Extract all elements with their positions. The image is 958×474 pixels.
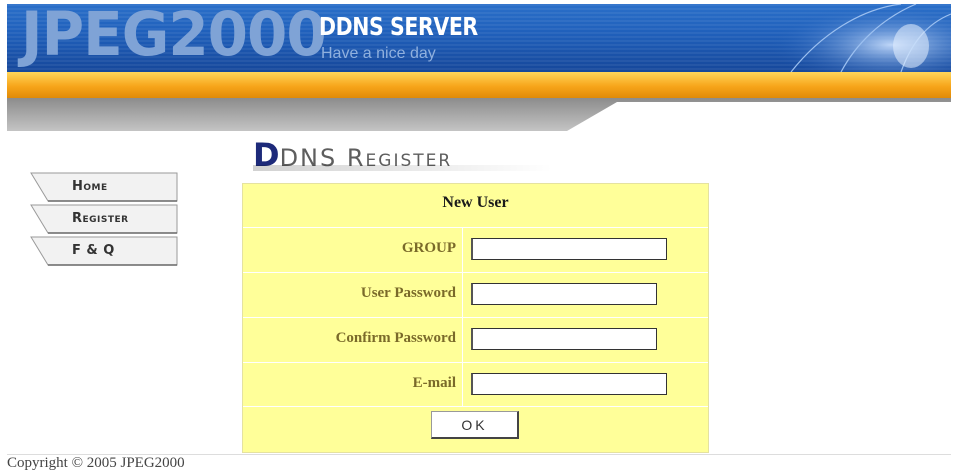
sidebar-nav: Home Register F & Q [30,172,180,268]
row-divider [462,273,463,317]
nav-item-home[interactable]: Home [30,172,178,202]
email-input[interactable] [471,373,667,395]
copyright-text: Copyright © 2005 JPEG2000 [7,455,185,471]
header-banner: JPEG2000 DDNS SERVER Have a nice day [7,4,951,72]
row-divider [462,228,463,272]
row-divider [462,318,463,362]
form-row-email: E-mail [243,362,708,407]
confirm-password-label: Confirm Password [335,330,456,346]
nav-item-faq[interactable]: F & Q [30,236,178,266]
nav-item-label: F & Q [72,243,115,258]
confirm-password-input[interactable] [471,328,657,350]
nav-item-label: Home [72,179,108,194]
row-divider [462,363,463,407]
form-caption: New User [442,194,509,211]
email-label: E-mail [412,375,456,391]
form-row-group: GROUP [243,227,708,272]
form-row-confirm-password: Confirm Password [243,317,708,362]
grey-bar-shape [7,98,951,131]
ok-button[interactable]: OK [431,411,519,439]
register-form: New User GROUP User Password Confirm Pas… [242,183,709,453]
logo: JPEG2000 [21,4,327,70]
site-subtitle: Have a nice day [321,45,436,62]
grey-bar [7,98,951,131]
banner-decoration [751,4,951,72]
page-title-shadow [253,165,553,171]
site-title: DDNS SERVER [319,12,478,41]
group-input[interactable] [471,238,667,260]
nav-item-label: Register [72,211,129,226]
user-password-label: User Password [360,285,456,301]
user-password-input[interactable] [471,283,657,305]
form-row-user-password: User Password [243,272,708,317]
orange-bar [7,72,951,98]
nav-item-register[interactable]: Register [30,204,178,234]
group-label: GROUP [401,240,456,256]
